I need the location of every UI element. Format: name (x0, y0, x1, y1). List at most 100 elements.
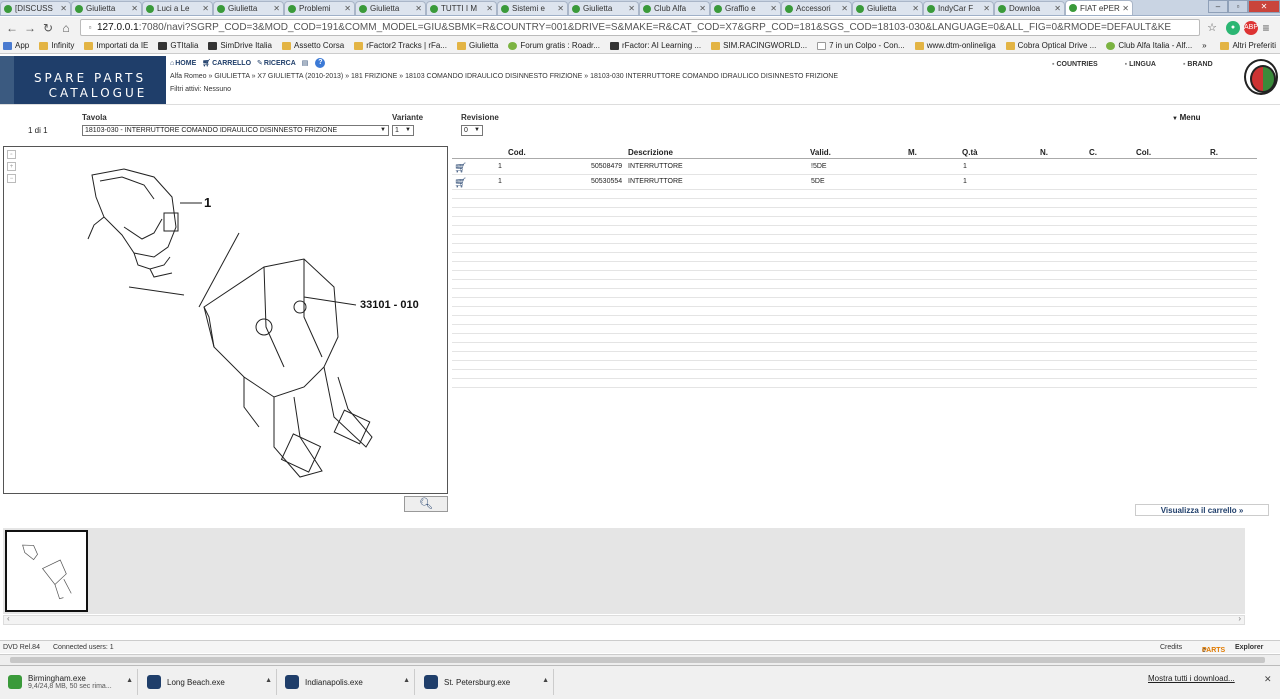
bookmark-item[interactable]: Club Alfa Italia - Alf... (1106, 41, 1192, 50)
browser-tab[interactable]: Giulietta ✕ (213, 1, 284, 15)
close-tab-icon[interactable]: ✕ (1122, 4, 1129, 13)
tavola-select[interactable]: 18103-030 - INTERRUTTORE COMANDO IDRAULI… (82, 125, 389, 136)
close-tab-icon[interactable]: ✕ (557, 4, 564, 13)
close-tab-icon[interactable]: ✕ (415, 4, 422, 13)
page-scrollbar[interactable] (0, 654, 1280, 665)
bookmark-item[interactable]: Infinity (39, 41, 74, 50)
minimize-button[interactable]: – (1208, 0, 1228, 13)
browser-menu-icon[interactable]: ≡ (1258, 20, 1274, 36)
close-tab-icon[interactable]: ✕ (770, 4, 777, 13)
home-icon[interactable]: ⌂ (58, 20, 74, 36)
close-tab-icon[interactable]: ✕ (273, 4, 280, 13)
close-tab-icon[interactable]: ✕ (202, 4, 209, 13)
extension-icon[interactable]: ● (1226, 20, 1240, 35)
bookmark-item[interactable]: 7 in un Colpo - Con... (817, 41, 905, 50)
nav-brand[interactable]: BRAND (1183, 61, 1212, 68)
browser-tab[interactable]: Giulietta ✕ (568, 1, 639, 15)
nav-lingua[interactable]: LINGUA (1125, 61, 1156, 68)
address-bar[interactable]: ▫ 127.0.0.1:7080/navi?SGRP_COD=3&MOD_COD… (80, 19, 1200, 36)
browser-tab[interactable]: Accessori ✕ (781, 1, 852, 15)
zoom-out-icon[interactable]: − (7, 174, 16, 183)
browser-tab[interactable]: Giulietta ✕ (355, 1, 426, 15)
bookmark-item[interactable]: GTItalia (158, 41, 198, 50)
bookmark-item[interactable]: » (1202, 41, 1206, 50)
bookmark-item[interactable]: rFactor: AI Learning ... (609, 41, 701, 50)
bookmark-item[interactable]: SimDrive Italia (208, 41, 272, 50)
browser-tab[interactable]: Luci a Le ✕ (142, 1, 213, 15)
bookmark-item[interactable]: Cobra Optical Drive ... (1005, 41, 1096, 50)
bookmark-item[interactable]: App (3, 41, 29, 50)
close-tab-icon[interactable]: ✕ (912, 4, 919, 13)
nav-countries[interactable]: COUNTRIES (1052, 61, 1097, 68)
browser-tab[interactable]: Sistemi e ✕ (497, 1, 568, 15)
close-tab-icon[interactable]: ✕ (628, 4, 635, 13)
bookmark-item[interactable]: Forum gratis : Roadr... (508, 41, 600, 50)
adblock-icon[interactable]: ABP (1244, 20, 1258, 35)
browser-tab[interactable]: Giulietta ✕ (71, 1, 142, 15)
browser-tab[interactable]: Graffio e ✕ (710, 1, 781, 15)
bookmark-item[interactable]: Giulietta (457, 41, 498, 50)
reload-icon[interactable]: ↻ (40, 20, 56, 36)
maximize-button[interactable]: ▫ (1228, 0, 1248, 13)
bookmark-item[interactable]: Assetto Corsa (281, 41, 344, 50)
back-arrow-icon[interactable]: ← (4, 20, 20, 36)
close-tab-icon[interactable]: ✕ (131, 4, 138, 13)
nav-search[interactable]: ✎ RICERCA (257, 59, 296, 68)
show-all-downloads-link[interactable]: Mostra tutti i download... (1148, 674, 1235, 683)
download-menu-chevron-icon[interactable]: ▲ (265, 677, 272, 684)
close-tab-icon[interactable]: ✕ (841, 4, 848, 13)
browser-tab[interactable]: FIAT ePER ✕ (1065, 0, 1133, 15)
page-info-icon[interactable]: ▫ (85, 20, 95, 35)
zoom-in-icon[interactable]: + (7, 162, 16, 171)
bookmark-star-icon[interactable]: ☆ (1204, 20, 1220, 36)
variante-select[interactable]: 1 ▼ (392, 125, 414, 136)
forward-arrow-icon[interactable]: → (22, 20, 38, 36)
table-row[interactable]: 🛒︎ 1 50508479 INTERRUTTORE !5DE 1 (452, 160, 1257, 175)
close-tab-icon[interactable]: ✕ (983, 4, 990, 13)
browser-tab[interactable]: Downloa ✕ (994, 1, 1065, 15)
add-to-cart-icon[interactable]: 🛒︎ (454, 163, 468, 175)
print-button[interactable]: ▤ (302, 59, 310, 67)
menu-button[interactable]: ▼ Menu (1172, 113, 1201, 122)
download-menu-chevron-icon[interactable]: ▲ (542, 677, 549, 684)
browser-tab[interactable]: Problemi ✕ (284, 1, 355, 15)
credits-link[interactable]: Credits (1160, 644, 1182, 651)
close-tab-icon[interactable]: ✕ (1054, 4, 1061, 13)
bookmark-other[interactable]: Altri Preferiti (1220, 41, 1276, 50)
parts-drawing[interactable]: 1 33101 - 010 ▫ + − (3, 146, 448, 494)
browser-tab[interactable]: TUTTI I M ✕ (426, 1, 497, 15)
close-tab-icon[interactable]: ✕ (344, 4, 351, 13)
help-icon[interactable]: ? (315, 58, 326, 68)
close-tab-icon[interactable]: ✕ (699, 4, 706, 13)
nav-cart[interactable]: 🛒︎ CARRELLO (202, 59, 251, 68)
close-tab-icon[interactable]: ✕ (486, 4, 493, 13)
close-icon[interactable]: ✕ (1264, 674, 1272, 685)
browser-tab[interactable]: Club Alfa ✕ (639, 1, 710, 15)
bookmark-item[interactable]: www.dtm-onlineliga (914, 41, 996, 50)
search-pencil-icon: ✎ (257, 60, 263, 67)
close-tab-icon[interactable]: ✕ (60, 4, 67, 13)
nav-home[interactable]: ⌂ HOME (170, 60, 196, 67)
table-row[interactable]: 🛒︎ 1 50530554 INTERRUTTORE 5DE 1 (452, 175, 1257, 190)
browser-tab[interactable]: IndyCar F ✕ (923, 1, 994, 15)
revisione-select[interactable]: 0 ▼ (461, 125, 483, 136)
download-item[interactable]: St. Petersburg.exe ▲ (418, 669, 554, 695)
download-item[interactable]: Birmingham.exe 9,4/24,8 MB, 50 sec rima..… (2, 669, 138, 695)
close-window-button[interactable]: ✕ (1248, 0, 1280, 13)
download-item[interactable]: Indianapolis.exe ▲ (279, 669, 415, 695)
add-to-cart-icon[interactable]: 🛒︎ (454, 178, 468, 190)
scrollbar-thumb[interactable] (10, 657, 1265, 663)
browser-tab[interactable]: Giulietta ✕ (852, 1, 923, 15)
browser-tab[interactable]: [DISCUSS ✕ (0, 1, 71, 15)
drawing-thumbnail[interactable] (5, 530, 88, 612)
thumbnail-scrollbar[interactable] (3, 614, 1245, 625)
magnify-button[interactable]: 🔍︎ (404, 496, 448, 512)
download-menu-chevron-icon[interactable]: ▲ (126, 677, 133, 684)
download-item[interactable]: Long Beach.exe ▲ (141, 669, 277, 695)
bookmark-item[interactable]: SIM.RACINGWORLD... (711, 41, 807, 50)
bookmark-item[interactable]: rFactor2 Tracks | rFa... (354, 41, 447, 50)
bookmark-item[interactable]: Importati da IE (84, 41, 148, 50)
view-cart-button[interactable]: Visualizza il carrello » (1135, 504, 1269, 516)
select-icon[interactable]: ▫ (7, 150, 16, 159)
download-menu-chevron-icon[interactable]: ▲ (403, 677, 410, 684)
